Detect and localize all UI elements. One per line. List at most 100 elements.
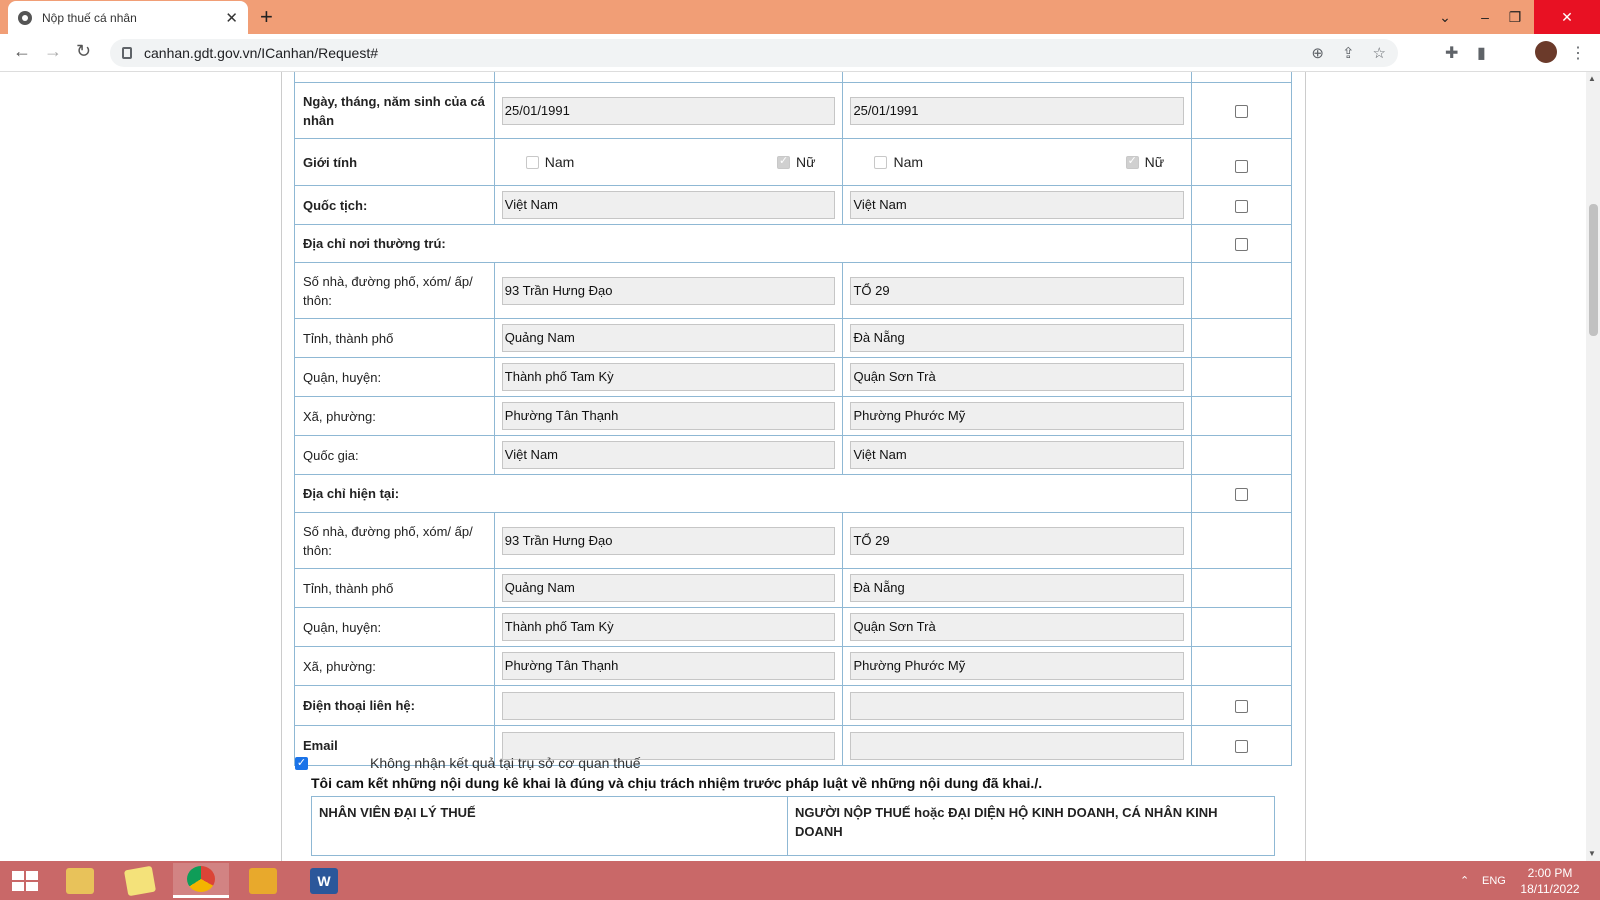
new-value-input[interactable]: 25/01/1991 (850, 96, 1185, 125)
new-value-input[interactable]: Quận Sơn Trà (850, 613, 1185, 641)
new-value-input[interactable]: Đà Nẵng (850, 574, 1185, 602)
change-checkbox[interactable] (1235, 238, 1249, 252)
male-checkbox[interactable] (874, 155, 888, 169)
new-value-input[interactable]: Đà Nẵng (850, 324, 1185, 352)
checkbox-cell (1191, 72, 1292, 83)
scroll-down-icon[interactable]: ▼ (1588, 849, 1596, 858)
new-value-input[interactable]: Việt Nam (850, 441, 1185, 469)
change-checkbox[interactable] (1235, 159, 1249, 173)
close-window-icon[interactable]: ✕ (1534, 0, 1600, 34)
new-value-input[interactable]: TỔ 29 (850, 276, 1185, 305)
tab-search-icon[interactable]: ⌄ (1430, 0, 1460, 34)
minimize-icon[interactable]: – (1470, 0, 1500, 34)
menu-icon[interactable]: ⋮ (1570, 43, 1586, 63)
old-value-input[interactable]: Thành phố Tam Kỳ (501, 363, 836, 391)
new-value-cell (842, 72, 1193, 83)
restore-icon[interactable]: ❐ (1500, 0, 1530, 34)
taskbar-chrome[interactable] (173, 863, 229, 898)
female-checkbox[interactable] (776, 154, 790, 169)
bookmark-star-icon[interactable]: ☆ (1373, 44, 1386, 62)
old-value-input[interactable]: Việt Nam (501, 191, 836, 219)
forward-icon[interactable]: → (44, 41, 62, 62)
profile-avatar[interactable] (1535, 41, 1557, 63)
reload-icon[interactable]: ↻ (76, 41, 91, 62)
tray-expand-icon[interactable]: ⌃ (1460, 861, 1469, 900)
new-value-input[interactable]: Quận Sơn Trà (850, 363, 1185, 391)
back-icon[interactable]: ← (13, 41, 31, 62)
old-value-input[interactable]: 25/01/1991 (501, 96, 836, 125)
old-value-cell: 25/01/1991 (493, 82, 844, 139)
old-value-input[interactable]: Quảng Nam (501, 324, 836, 352)
new-tab-icon[interactable]: + (260, 4, 273, 30)
extensions-icon[interactable]: ✚ (1445, 43, 1458, 63)
female-checkbox[interactable] (1125, 154, 1139, 169)
new-value-input[interactable]: TỔ 29 (850, 526, 1185, 555)
language-indicator[interactable]: ENG (1482, 861, 1506, 900)
taskbar-filezilla[interactable] (235, 863, 291, 898)
no-result-checkbox[interactable]: ✓ (295, 757, 308, 770)
change-checkbox[interactable] (1235, 199, 1249, 213)
folder-icon (66, 867, 94, 894)
taskbar-word[interactable]: W (296, 863, 352, 898)
change-info-table: Ngày, tháng, năm sinh của cá nhân 25/01/1… (293, 72, 1292, 766)
field-label: Tỉnh, thành phố (294, 318, 495, 358)
old-value-input[interactable]: Việt Nam (501, 441, 836, 469)
old-value-input[interactable]: Phường Tân Thạnh (501, 652, 836, 680)
side-panel-icon[interactable]: ▮ (1477, 43, 1486, 63)
change-checkbox-cell (1191, 725, 1292, 766)
old-value-input[interactable]: 93 Trần Hưng Đạo (501, 276, 836, 305)
table-row: Quận, huyện: Thành phố Tam Kỳ Quận Sơn Trà (294, 357, 1292, 397)
table-row: Tỉnh, thành phố Quảng Nam Đà Nẵng (294, 318, 1292, 358)
change-checkbox[interactable] (1235, 105, 1249, 119)
table-row: Điện thoại liên hệ: (294, 685, 1292, 726)
field-label: Quận, huyện: (294, 357, 495, 397)
old-value-cell (493, 685, 844, 726)
label-cell (294, 72, 495, 83)
taskbar-sticky-notes[interactable] (112, 863, 168, 898)
windows-start-icon[interactable] (12, 871, 38, 891)
old-value-input[interactable]: Thành phố Tam Kỳ (501, 613, 836, 641)
no-result-label: Không nhận kết quả tại trụ sở cơ quan th… (370, 755, 641, 771)
taskbar-clock[interactable]: 2:00 PM 18/11/2022 (1510, 865, 1590, 897)
address-bar[interactable]: canhan.gdt.gov.vn/ICanhan/Request# ⊕ ⇪ ☆ (110, 39, 1398, 67)
taskbar-file-explorer[interactable] (52, 863, 108, 898)
commitment-text: Tôi cam kết những nội dung kê khai là đú… (311, 775, 1043, 791)
old-value-input[interactable]: Quảng Nam (501, 574, 836, 602)
old-value-cell: Phường Tân Thạnh (493, 646, 844, 686)
change-checkbox[interactable] (1235, 740, 1249, 754)
new-value-input[interactable]: Việt Nam (850, 191, 1185, 219)
close-tab-icon[interactable]: ✕ (225, 9, 238, 27)
gender-female-option: Nữ (776, 154, 815, 170)
new-value-cell (842, 725, 1193, 766)
new-value-cell: Phường Phước Mỹ (842, 396, 1193, 436)
new-value-cell: TỔ 29 (842, 512, 1193, 569)
field-label: Quận, huyện: (294, 607, 495, 647)
old-value-input[interactable] (501, 691, 836, 720)
page-scrollbar[interactable]: ▲ ▼ (1586, 72, 1600, 861)
site-favicon-icon (18, 10, 32, 25)
browser-tab[interactable]: Nộp thuế cá nhân ✕ (8, 1, 248, 34)
zoom-icon[interactable]: ⊕ (1311, 44, 1324, 62)
change-checkbox-cell (1191, 138, 1292, 186)
new-value-cell: Việt Nam (842, 185, 1193, 225)
change-checkbox[interactable] (1235, 700, 1249, 714)
change-checkbox[interactable] (1235, 488, 1249, 502)
new-value-input[interactable]: Phường Phước Mỹ (850, 402, 1185, 430)
old-value-input[interactable]: 93 Trần Hưng Đạo (501, 526, 836, 555)
new-value-input[interactable] (850, 731, 1185, 760)
new-value-input[interactable]: Phường Phước Mỹ (850, 652, 1185, 680)
table-row: Xã, phường: Phường Tân Thạnh Phường Phước … (294, 396, 1292, 436)
scroll-up-icon[interactable]: ▲ (1588, 74, 1596, 83)
male-checkbox[interactable] (525, 155, 539, 169)
field-label: Quốc tịch: (294, 185, 495, 225)
old-value-input[interactable]: Phường Tân Thạnh (501, 402, 836, 430)
new-value-input[interactable] (850, 691, 1185, 720)
table-row: Tỉnh, thành phố Quảng Nam Đà Nẵng (294, 568, 1292, 608)
share-icon[interactable]: ⇪ (1342, 44, 1355, 62)
table-row: Quận, huyện: Thành phố Tam Kỳ Quận Sơn Trà (294, 607, 1292, 647)
clock-date: 18/11/2022 (1520, 882, 1580, 896)
table-row: Quốc gia: Việt Nam Việt Nam (294, 435, 1292, 475)
scrollbar-thumb[interactable] (1589, 204, 1598, 336)
change-checkbox-cell (1191, 685, 1292, 726)
change-checkbox-cell (1191, 646, 1292, 686)
